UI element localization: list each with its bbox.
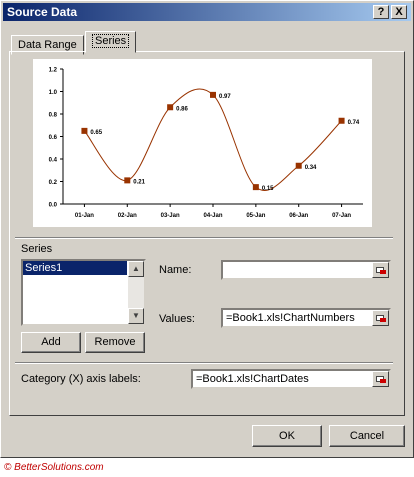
y-tick-label: 0.6 <box>49 135 58 141</box>
data-label: 0.86 <box>176 106 188 112</box>
data-label: 0.34 <box>305 165 317 171</box>
series-line <box>84 88 342 191</box>
chart-preview: 0.0 0.2 0.4 0.6 0.8 1.0 1.2 01-Jan 02-Jan 03-Jan 0… <box>33 59 372 227</box>
data-label: 0.97 <box>219 94 231 100</box>
data-point-marker <box>124 177 131 184</box>
name-field[interactable] <box>221 260 391 280</box>
data-label: 0.74 <box>348 120 360 126</box>
y-tick-label: 0.0 <box>49 203 58 209</box>
y-tick-label: 0.8 <box>49 113 58 119</box>
x-tick-label: 06-Jan <box>289 213 308 219</box>
ok-button[interactable]: OK <box>252 425 322 447</box>
data-label: 0.21 <box>133 179 145 185</box>
category-axis-value: =Book1.xls!ChartDates <box>196 373 309 385</box>
cancel-button-label: Cancel <box>349 430 385 442</box>
source-data-dialog: Source Data ? X Data Range Series 0.0 0.2… <box>0 0 414 458</box>
category-range-selector-icon[interactable] <box>372 371 389 387</box>
values-field[interactable]: =Book1.xls!ChartNumbers <box>221 308 391 328</box>
x-tick-label: 04-Jan <box>203 213 222 219</box>
scroll-up-icon[interactable]: ▲ <box>128 261 144 277</box>
data-point-marker <box>210 91 216 98</box>
values-label: Values: <box>159 313 195 325</box>
values-range-selector-icon[interactable] <box>372 310 389 326</box>
window-title: Source Data <box>7 5 78 19</box>
x-tick-label: 03-Jan <box>161 213 180 219</box>
x-tick-label: 02-Jan <box>118 213 137 219</box>
remove-button-label: Remove <box>94 336 136 348</box>
series-list[interactable]: Series1 ▲ ▼ <box>21 259 146 326</box>
y-tick-label: 1.2 <box>49 68 58 74</box>
series-list-item[interactable]: Series1 <box>23 261 127 275</box>
data-point-marker <box>252 184 259 191</box>
divider <box>15 237 393 239</box>
cancel-button[interactable]: Cancel <box>329 425 405 447</box>
name-label: Name: <box>159 264 192 276</box>
add-button-label: Add <box>41 336 61 348</box>
x-tick-label: 05-Jan <box>246 213 265 219</box>
x-tick-label: 07-Jan <box>332 213 351 219</box>
data-label: 0.65 <box>90 130 102 136</box>
add-button[interactable]: Add <box>21 332 81 353</box>
name-range-selector-icon[interactable] <box>372 262 389 278</box>
data-point-marker <box>167 104 174 111</box>
remove-button[interactable]: Remove <box>85 332 145 353</box>
scroll-down-icon[interactable]: ▼ <box>128 308 144 324</box>
tab-series[interactable]: Series <box>85 31 137 53</box>
y-tick-label: 0.2 <box>49 180 58 186</box>
values-value: =Book1.xls!ChartNumbers <box>226 312 355 324</box>
y-tick-label: 0.4 <box>49 158 58 164</box>
tab-series-label: Series <box>92 34 130 48</box>
data-label: 0.15 <box>262 186 274 192</box>
data-point-marker <box>295 162 302 169</box>
copyright-text: © BetterSolutions.com <box>4 462 104 473</box>
category-axis-field[interactable]: =Book1.xls!ChartDates <box>191 369 391 389</box>
help-button[interactable]: ? <box>373 5 389 19</box>
divider <box>15 362 393 364</box>
title-bar: Source Data ? X <box>3 3 411 21</box>
y-tick-label: 1.0 <box>49 90 58 96</box>
category-axis-label: Category (X) axis labels: <box>21 373 141 385</box>
series-group-label: Series <box>21 243 53 255</box>
x-tick-label: 01-Jan <box>75 213 94 219</box>
ok-button-label: OK <box>279 430 295 442</box>
close-button[interactable]: X <box>391 5 407 19</box>
series-list-scrollbar[interactable]: ▲ ▼ <box>128 261 144 324</box>
data-point-marker <box>338 117 345 124</box>
data-point-marker <box>81 127 88 134</box>
